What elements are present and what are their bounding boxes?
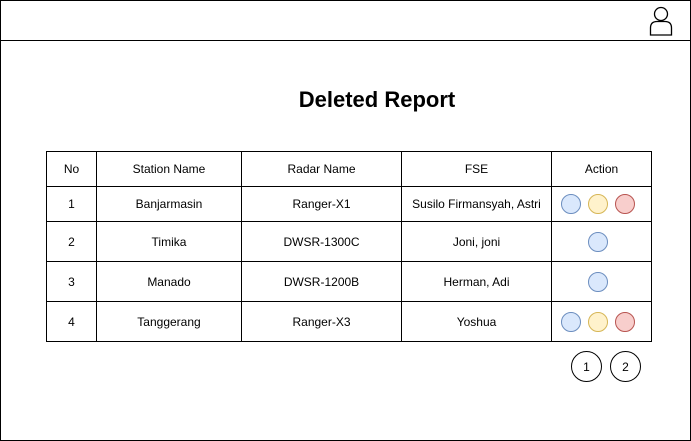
cell-radar-name: DWSR-1300C — [241, 221, 402, 262]
action-button-red[interactable] — [615, 311, 635, 332]
action-button-yellow[interactable] — [588, 194, 608, 214]
cell-no: 4 — [46, 301, 97, 342]
table-row: 3 Manado DWSR-1200B Herman, Adi — [46, 261, 652, 302]
table-header-row: No Station Name Radar Name FSE Action — [46, 151, 652, 187]
app-window: Deleted Report No Station Name Radar Nam… — [0, 0, 691, 441]
cell-station-name: Manado — [96, 261, 242, 302]
column-header-action: Action — [551, 151, 652, 187]
cell-action — [551, 186, 652, 222]
cell-no: 1 — [46, 186, 97, 222]
action-button-yellow[interactable] — [588, 311, 608, 332]
cell-station-name: Banjarmasin — [96, 186, 242, 222]
cell-radar-name: DWSR-1200B — [241, 261, 402, 302]
deleted-report-table: No Station Name Radar Name FSE Action 1 … — [46, 151, 652, 342]
action-button-blue[interactable] — [561, 194, 581, 214]
cell-no: 3 — [46, 261, 97, 302]
page-title: Deleted Report — [298, 87, 456, 112]
cell-station-name: Tanggerang — [96, 301, 242, 342]
pagination-page-2[interactable]: 2 — [610, 351, 641, 382]
cell-radar-name: Ranger-X1 — [241, 186, 402, 222]
cell-fse: Susilo Firmansyah, Astri — [401, 186, 552, 222]
cell-action — [551, 261, 652, 302]
action-button-blue[interactable] — [588, 271, 608, 292]
table-row: 1 Banjarmasin Ranger-X1 Susilo Firmansya… — [46, 186, 652, 222]
column-header-no: No — [46, 151, 97, 187]
cell-station-name: Timika — [96, 221, 242, 262]
table-row: 2 Timika DWSR-1300C Joni, joni — [46, 221, 652, 262]
action-button-blue[interactable] — [588, 231, 608, 252]
column-header-station-name: Station Name — [96, 151, 242, 187]
cell-action — [551, 221, 652, 262]
action-button-blue[interactable] — [561, 311, 581, 332]
cell-radar-name: Ranger-X3 — [241, 301, 402, 342]
pagination-page-1[interactable]: 1 — [571, 351, 602, 382]
cell-no: 2 — [46, 221, 97, 262]
table-row: 4 Tanggerang Ranger-X3 Yoshua — [46, 301, 652, 342]
cell-fse: Joni, joni — [401, 221, 552, 262]
user-icon[interactable] — [649, 6, 673, 36]
top-bar — [1, 1, 690, 41]
cell-fse: Herman, Adi — [401, 261, 552, 302]
column-header-radar-name: Radar Name — [241, 151, 402, 187]
cell-action — [551, 301, 652, 342]
action-button-red[interactable] — [615, 194, 635, 214]
cell-fse: Yoshua — [401, 301, 552, 342]
column-header-fse: FSE — [401, 151, 552, 187]
